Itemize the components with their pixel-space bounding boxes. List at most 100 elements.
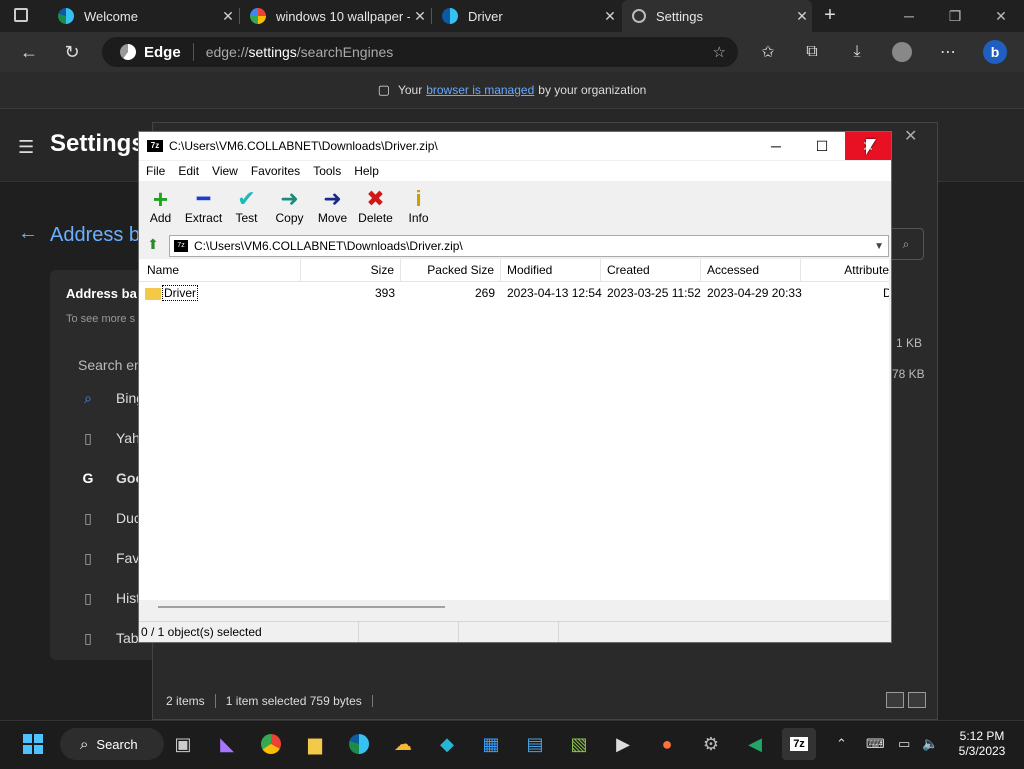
clock[interactable]: 5:12 PM 5/3/2023 xyxy=(948,729,1016,759)
tab-wallpaper[interactable]: windows 10 wallpaper - ✕ xyxy=(240,0,430,32)
network-icon[interactable]: ▭ xyxy=(898,736,910,752)
address-bar[interactable]: Edge edge://settings/searchEngines ☆ xyxy=(102,37,738,67)
status-cell xyxy=(459,622,559,642)
menu-file[interactable]: File xyxy=(146,164,165,178)
close-tab-icon[interactable]: ✕ xyxy=(218,8,238,25)
add-favorite-icon[interactable]: ☆ xyxy=(713,43,726,61)
add-icon: + xyxy=(152,184,169,214)
extract-icon: ━ xyxy=(196,186,211,211)
edge-icon[interactable] xyxy=(342,728,376,760)
visual-studio-icon[interactable]: ◣ xyxy=(210,728,244,760)
start-icon[interactable] xyxy=(16,728,50,760)
page-icon: ▯ xyxy=(84,549,92,566)
store-icon[interactable]: ▦ xyxy=(474,728,508,760)
column-created[interactable]: Created xyxy=(601,259,701,281)
scrollbar-thumb[interactable] xyxy=(158,606,445,608)
delete-button[interactable]: ✖ Delete xyxy=(354,182,397,234)
notepad-plus-icon[interactable]: ▧ xyxy=(562,728,596,760)
copy-icon: ➜ xyxy=(280,186,299,211)
menu-favorites[interactable]: Favorites xyxy=(251,164,300,178)
menu-view[interactable]: View xyxy=(212,164,238,178)
menu-tools[interactable]: Tools xyxy=(313,164,341,178)
add-button[interactable]: + Add xyxy=(139,182,182,234)
tab-title: Driver xyxy=(468,8,503,24)
tab-welcome[interactable]: Welcome ✕ xyxy=(48,0,238,32)
test-button[interactable]: ✔ Test xyxy=(225,182,268,234)
profile-icon[interactable] xyxy=(887,38,917,66)
dialog-close-icon[interactable]: ✕ xyxy=(904,126,917,146)
dialog-status-bar: 2 items 1 item selected 759 bytes xyxy=(152,686,936,716)
back-icon[interactable]: ← xyxy=(14,38,44,66)
vscode-icon[interactable]: ◀ xyxy=(738,728,772,760)
tiles-view-icon[interactable] xyxy=(908,692,926,708)
maximize-icon[interactable]: ☐ xyxy=(799,132,845,160)
chevron-down-icon[interactable]: ▼ xyxy=(874,241,884,252)
taskbar-search[interactable]: ⌕ Search xyxy=(60,728,164,760)
chevron-up-icon[interactable]: ⌃ xyxy=(836,736,847,752)
url-scheme: edge:// xyxy=(205,44,249,60)
keyboard-icon[interactable]: ⌨ xyxy=(866,736,885,752)
close-window-icon[interactable]: ✕ xyxy=(978,0,1024,32)
google-icon: G xyxy=(82,470,94,486)
folder-up-icon[interactable]: ⬆ xyxy=(143,236,163,256)
engine-label: Fav xyxy=(116,550,140,566)
column-name[interactable]: Name xyxy=(139,259,301,281)
downloads-icon[interactable]: ⤓ xyxy=(842,38,872,66)
file-name: Driver xyxy=(162,285,198,301)
horizontal-scrollbar[interactable] xyxy=(139,600,889,612)
tab-title: Settings xyxy=(656,8,703,24)
close-tab-icon[interactable]: ✕ xyxy=(600,8,620,25)
menu-icon[interactable]: ☰ xyxy=(18,137,34,158)
sevenzip-window: 7z C:\Users\VM6.COLLABNET\Downloads\Driv… xyxy=(138,131,892,643)
column-packed-size[interactable]: Packed Size xyxy=(401,259,501,281)
copy-button[interactable]: ➜ Copy xyxy=(268,182,311,234)
search-icon: ⌕ xyxy=(84,389,92,406)
bing-icon[interactable]: b xyxy=(980,38,1010,66)
volume-icon[interactable]: 🔈 xyxy=(922,736,938,752)
path-input[interactable]: 7z C:\Users\VM6.COLLABNET\Downloads\Driv… xyxy=(169,235,889,257)
address-divider xyxy=(192,43,194,61)
column-attributes[interactable]: Attribute xyxy=(801,259,889,281)
media-player-icon[interactable]: ▶ xyxy=(606,728,640,760)
extract-button[interactable]: ━ Extract xyxy=(182,182,225,234)
managed-link[interactable]: browser is managed xyxy=(426,83,534,97)
column-accessed[interactable]: Accessed xyxy=(701,259,801,281)
tab-actions-icon[interactable] xyxy=(14,8,28,22)
search-engines-input[interactable]: Search en xyxy=(78,357,142,373)
favorites-icon[interactable]: ✩ xyxy=(753,38,783,66)
move-icon: ➜ xyxy=(323,186,342,211)
restore-icon[interactable]: ❐ xyxy=(932,0,978,32)
tab-strip: Welcome ✕ windows 10 wallpaper - ✕ Drive… xyxy=(0,0,1024,32)
move-button[interactable]: ➜ Move xyxy=(311,182,354,234)
column-size[interactable]: Size xyxy=(301,259,401,281)
task-view-icon[interactable]: ▣ xyxy=(166,728,200,760)
chrome-icon[interactable] xyxy=(254,728,288,760)
menu-edit[interactable]: Edit xyxy=(178,164,199,178)
settings-gear-icon[interactable]: ⚙ xyxy=(694,728,728,760)
firefox-icon[interactable]: ● xyxy=(650,728,684,760)
close-tab-icon[interactable]: ✕ xyxy=(410,8,430,25)
info-icon: i xyxy=(415,186,422,211)
sevenzip-logo-icon: 7z xyxy=(147,140,163,152)
remote-desktop-icon[interactable]: ◆ xyxy=(430,728,464,760)
selection-status: 0 / 1 object(s) selected xyxy=(139,622,359,642)
details-view-icon[interactable] xyxy=(886,692,904,708)
dialog-search-icon[interactable]: ⌕ xyxy=(888,228,924,260)
more-options-icon[interactable]: ⋯ xyxy=(933,38,963,66)
tab-driver[interactable]: Driver ✕ xyxy=(432,0,620,32)
file-explorer-icon[interactable]: ▆ xyxy=(298,728,332,760)
collections-icon[interactable]: ⧉ xyxy=(797,38,827,66)
notepad-icon[interactable]: ▤ xyxy=(518,728,552,760)
refresh-icon[interactable]: ↻ xyxy=(57,38,87,66)
column-modified[interactable]: Modified xyxy=(501,259,601,281)
menu-help[interactable]: Help xyxy=(354,164,379,178)
new-tab-icon[interactable]: + xyxy=(818,4,842,28)
sevenzip-taskbar-icon[interactable]: 7z xyxy=(782,728,816,760)
minimize-icon[interactable]: ─ xyxy=(753,132,799,160)
minimize-icon[interactable]: ─ xyxy=(886,0,932,32)
weather-icon[interactable]: ☁ xyxy=(386,728,420,760)
back-arrow-icon[interactable]: ← xyxy=(18,222,38,245)
info-button[interactable]: i Info xyxy=(397,182,440,234)
tab-settings[interactable]: Settings ✕ xyxy=(622,0,812,32)
close-tab-icon[interactable]: ✕ xyxy=(792,8,812,25)
